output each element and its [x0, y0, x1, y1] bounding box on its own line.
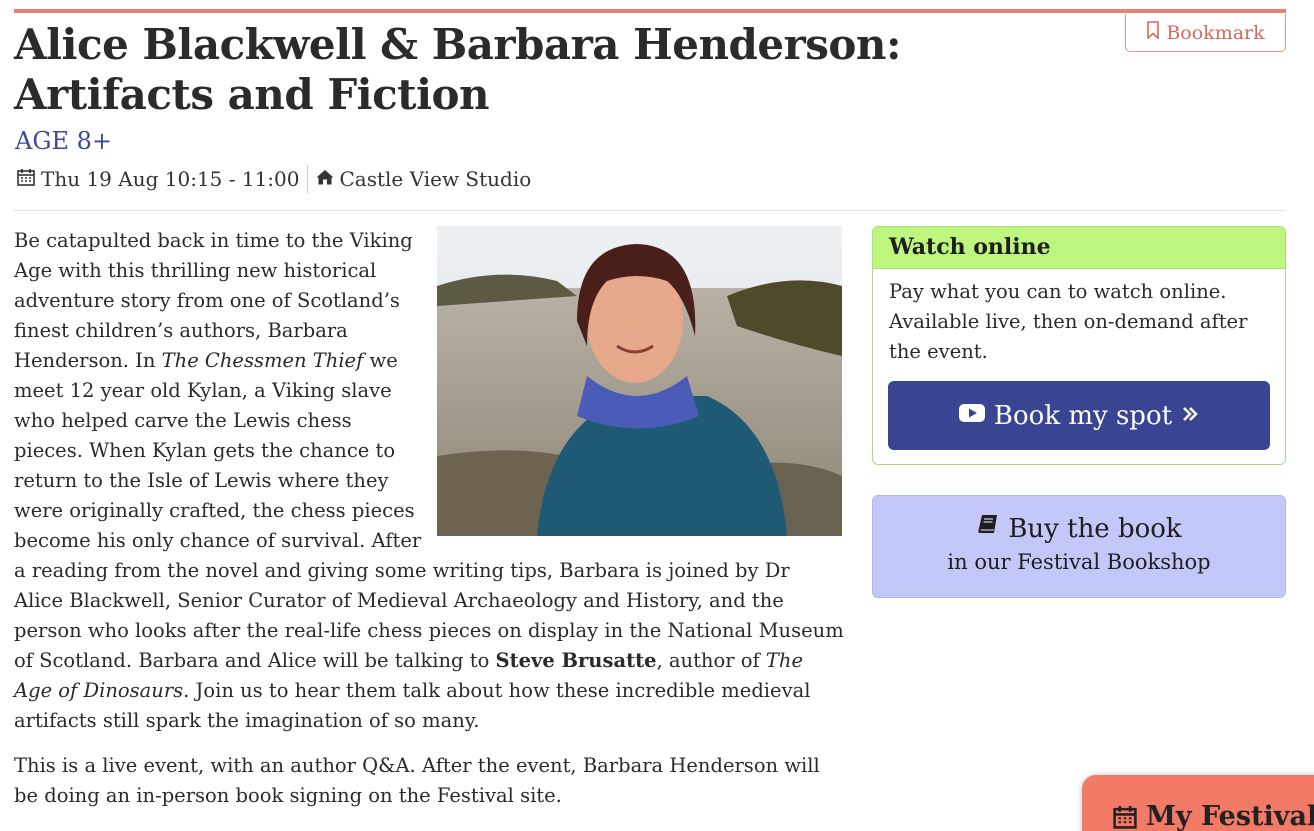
watch-online-panel: Watch online Pay what you can to watch o… [872, 226, 1286, 465]
youtube-icon [958, 401, 986, 431]
book-title-chessmen-thief: The Chessmen Thief [161, 349, 364, 372]
buy-the-book-label: Buy the book [1008, 513, 1182, 544]
event-title: Alice Blackwell & Barbara Henderson: Art… [14, 20, 901, 119]
person-name: Steve Brusatte [495, 649, 657, 672]
home-icon [315, 167, 335, 192]
calendar-icon [16, 167, 36, 192]
event-description: Be catapulted back in time to the Viking… [14, 226, 844, 826]
meta-divider [306, 165, 308, 193]
book-my-spot-button[interactable]: Book my spot [888, 381, 1270, 450]
calendar-icon [1112, 801, 1138, 831]
age-label: AGE 8+ [15, 127, 113, 155]
date-time-text: Thu 19 Aug 10:15 - 11:00 [41, 167, 300, 191]
buy-title-row: Buy the book [873, 513, 1285, 544]
venue-text: Castle View Studio [339, 167, 532, 191]
event-date: Thu 19 Aug 10:15 - 11:00 [16, 167, 300, 192]
accent-bar [14, 9, 1286, 13]
event-venue: Castle View Studio [315, 167, 532, 192]
buy-the-book-subtitle: in our Festival Bookshop [947, 550, 1211, 574]
description-text: , author of [656, 649, 766, 672]
buy-the-book-button[interactable]: Buy the book in our Festival Bookshop [872, 495, 1286, 598]
book-my-spot-label: Book my spot [993, 400, 1173, 431]
author-photo [437, 226, 842, 536]
description-paragraph-2: This is a live event, with an author Q&A… [14, 754, 820, 807]
header-divider [14, 210, 1286, 211]
watch-online-text: Pay what you can to watch online. Availa… [889, 280, 1248, 363]
event-meta: Thu 19 Aug 10:15 - 11:00 Castle View Stu… [16, 164, 531, 194]
bookmark-button[interactable]: Bookmark [1125, 14, 1286, 52]
watch-online-heading: Watch online [873, 227, 1285, 269]
my-festival-button[interactable]: My Festival [1082, 775, 1314, 831]
bookmark-icon [1146, 21, 1160, 44]
double-chevron-right-icon [1180, 401, 1200, 431]
my-festival-label: My Festival [1146, 801, 1314, 831]
book-icon [976, 513, 1000, 544]
bookmark-label: Bookmark [1166, 21, 1265, 44]
